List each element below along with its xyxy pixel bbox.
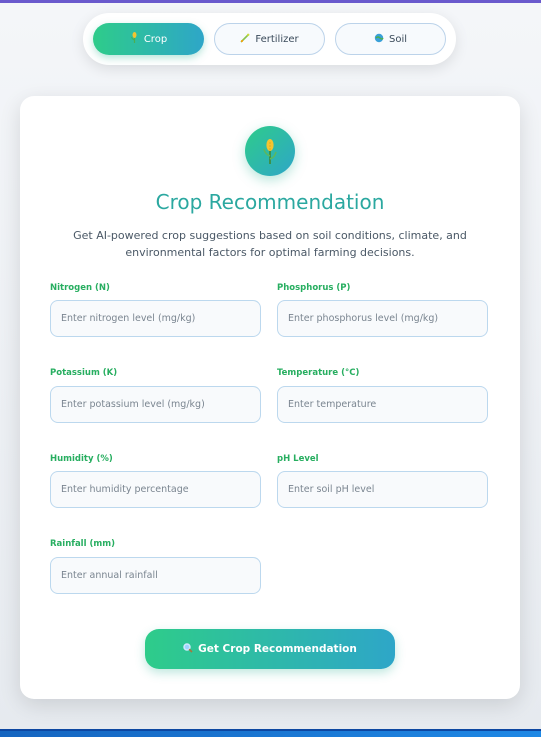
submit-label: Get Crop Recommendation	[198, 643, 357, 655]
potassium-label: Potassium (K)	[50, 368, 118, 378]
potassium-input[interactable]	[50, 386, 261, 423]
tab-soil[interactable]: Soil	[335, 23, 446, 55]
tab-crop[interactable]: Crop	[93, 23, 204, 55]
tab-label: Crop	[143, 33, 168, 45]
tab-label: Fertilizer	[255, 33, 299, 45]
humidity-label: Humidity (%)	[50, 454, 113, 464]
temperature-input[interactable]	[277, 386, 488, 423]
bottom-accent-strip	[0, 729, 541, 737]
soil-icon	[374, 33, 384, 46]
get-crop-recommendation-button[interactable]: Get Crop Recommendation	[145, 629, 395, 669]
nitrogen-input[interactable]	[50, 300, 261, 337]
humidity-input[interactable]	[50, 471, 261, 508]
crop-recommendation-card: Crop Recommendation Get AI-powered crop …	[20, 96, 520, 699]
tab-bar: Crop Fertilizer Soil	[83, 13, 456, 65]
ph-level-label: pH Level	[277, 454, 319, 464]
top-accent-strip	[0, 0, 541, 3]
tab-label: Soil	[388, 33, 408, 45]
phosphorus-input[interactable]	[277, 300, 488, 337]
rainfall-input[interactable]	[50, 557, 261, 594]
crop-icon	[245, 126, 295, 176]
page-title: Crop Recommendation	[155, 190, 385, 214]
phosphorus-label: Phosphorus (P)	[277, 283, 351, 293]
crop-icon	[130, 32, 139, 46]
tab-fertilizer[interactable]: Fertilizer	[214, 23, 325, 55]
fertilizer-icon	[240, 33, 250, 46]
search-icon	[183, 642, 193, 656]
rainfall-label: Rainfall (mm)	[50, 539, 115, 549]
page-subtitle: Get AI-powered crop suggestions based on…	[73, 229, 467, 259]
ph-level-input[interactable]	[277, 471, 488, 508]
temperature-label: Temperature (°C)	[277, 368, 360, 378]
nitrogen-label: Nitrogen (N)	[50, 283, 110, 293]
